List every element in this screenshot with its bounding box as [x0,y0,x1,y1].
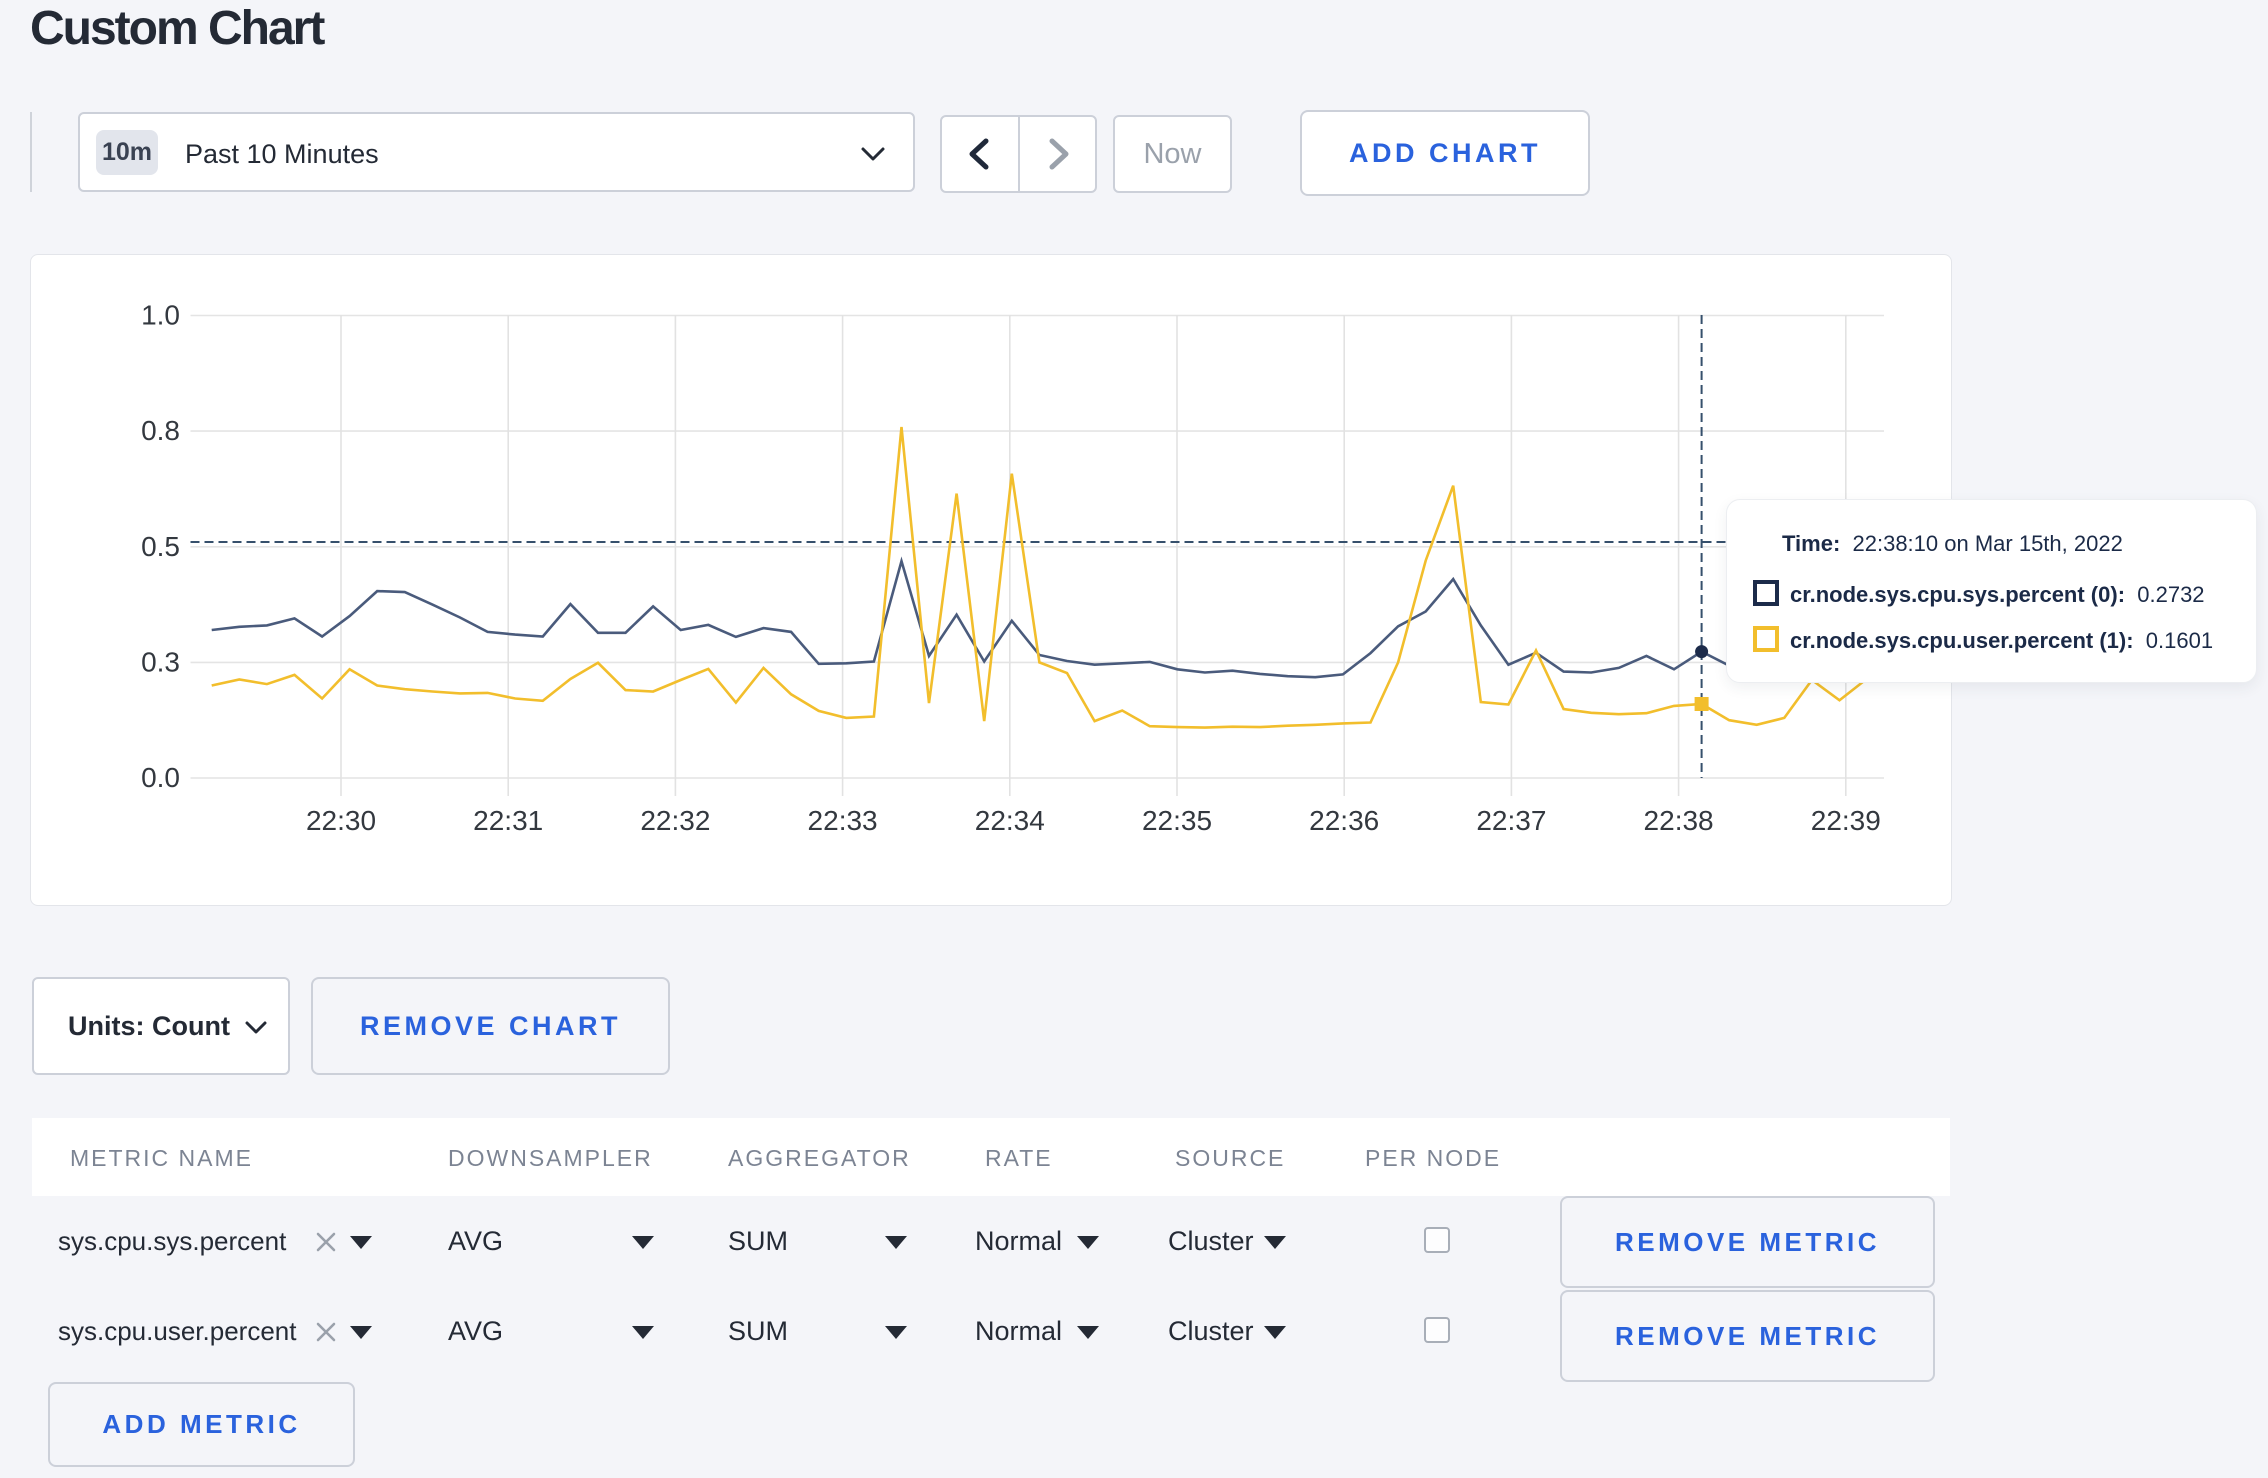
svg-text:22:35: 22:35 [1142,805,1212,836]
svg-text:22:30: 22:30 [306,805,376,836]
svg-text:22:37: 22:37 [1476,805,1546,836]
svg-text:0.3: 0.3 [141,646,180,677]
svg-text:22:39: 22:39 [1811,805,1881,836]
svg-text:0.5: 0.5 [141,531,180,562]
svg-text:0.8: 0.8 [141,415,180,446]
svg-text:22:33: 22:33 [808,805,878,836]
svg-text:22:34: 22:34 [975,805,1045,836]
svg-text:22:36: 22:36 [1309,805,1379,836]
svg-text:1.0: 1.0 [141,300,180,331]
svg-text:0.0: 0.0 [141,762,180,793]
svg-text:22:31: 22:31 [473,805,543,836]
svg-text:22:32: 22:32 [640,805,710,836]
svg-text:22:38: 22:38 [1644,805,1714,836]
